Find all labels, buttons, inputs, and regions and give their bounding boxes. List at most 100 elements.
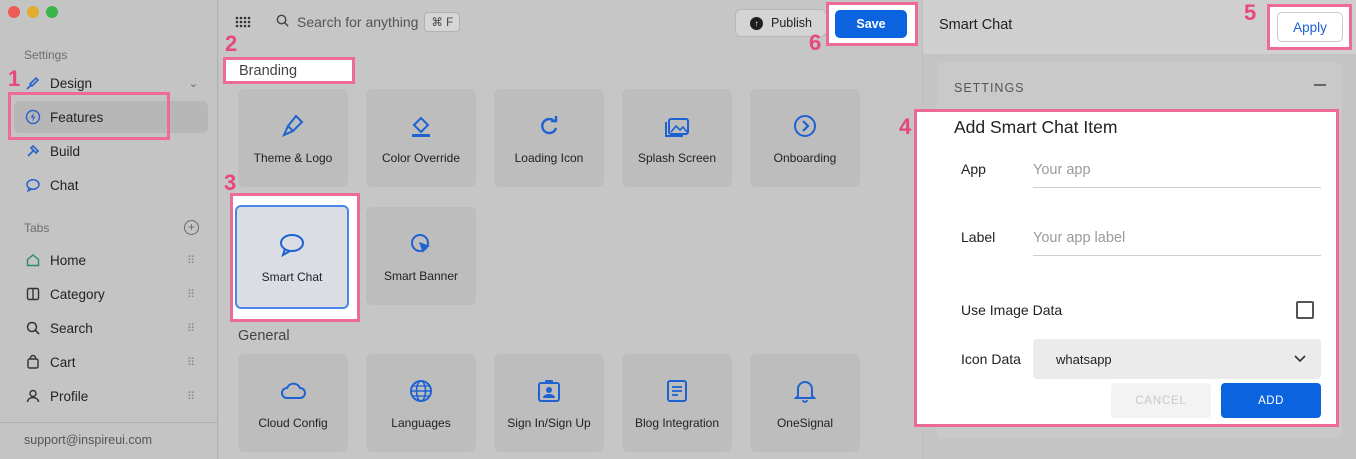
arrow-circle-icon <box>790 111 820 141</box>
drag-handle-icon[interactable]: ⠿ <box>187 356 195 369</box>
drag-handle-icon[interactable]: ⠿ <box>187 322 195 335</box>
tabs-section-label: Tabs <box>24 221 50 235</box>
tile-label: Smart Banner <box>383 269 459 283</box>
use-image-data-checkbox[interactable] <box>1296 301 1314 319</box>
label-input[interactable]: Your app label <box>1033 222 1321 256</box>
sidebar-item-label: Search <box>50 320 93 336</box>
chevron-down-icon <box>1293 351 1307 368</box>
close-window-button[interactable] <box>8 6 20 18</box>
tile-color-override[interactable]: Color Override <box>366 89 476 187</box>
id-card-icon <box>534 376 564 406</box>
home-icon <box>24 251 42 269</box>
annotation-number: 5 <box>1244 0 1257 25</box>
sidebar-item-label: Build <box>50 143 81 159</box>
divider <box>0 422 218 423</box>
image-stack-icon <box>662 111 692 141</box>
label-field-label: Label <box>961 229 996 245</box>
sidebar-item-label: Home <box>50 252 87 268</box>
upload-icon: ↑ <box>750 16 763 30</box>
chevron-down-icon: ⌄ <box>188 77 198 90</box>
drag-handle-icon[interactable]: ⠿ <box>187 254 195 267</box>
tile-label: Onboarding <box>773 151 837 165</box>
cart-icon <box>24 353 42 371</box>
drag-handle-icon[interactable]: ⠿ <box>187 288 195 301</box>
apps-grid-icon[interactable] <box>235 16 251 35</box>
app-input-placeholder: Your app <box>1033 162 1091 178</box>
add-tab-icon[interactable]: + <box>184 220 199 235</box>
search-bar[interactable]: Search for anything ⌘ F <box>275 12 461 32</box>
app-field-label: App <box>961 161 986 177</box>
tile-label: Languages <box>391 416 451 430</box>
minimize-window-button[interactable] <box>27 6 39 18</box>
paint-bucket-icon <box>406 111 436 141</box>
panel-header: Smart Chat Apply <box>923 0 1356 54</box>
form-title: Add Smart Chat Item <box>954 117 1118 137</box>
tile-label: Cloud Config <box>258 416 328 430</box>
tile-sign-in-sign-up[interactable]: Sign In/Sign Up <box>494 354 604 452</box>
sidebar-tab-profile[interactable]: Profile ⠿ <box>14 380 208 412</box>
label-input-placeholder: Your app label <box>1033 230 1126 246</box>
bell-icon <box>790 376 820 406</box>
tile-label: Smart Chat <box>261 270 323 284</box>
tile-theme-logo[interactable]: Theme & Logo <box>238 89 348 187</box>
tile-onesignal[interactable]: OneSignal <box>750 354 860 452</box>
search-placeholder: Search for anything <box>297 14 419 30</box>
annotation-number: 3 <box>224 170 237 195</box>
annotation-frame-apply: Apply <box>1267 4 1352 50</box>
tile-languages[interactable]: Languages <box>366 354 476 452</box>
paintbrush-icon <box>278 111 308 141</box>
sidebar-item-chat[interactable]: Chat <box>14 169 208 201</box>
annotation-number: 4 <box>899 114 912 139</box>
cancel-button[interactable]: CANCEL <box>1111 383 1211 418</box>
annotation-frame-save: Save <box>826 2 918 46</box>
tile-label: Loading Icon <box>514 151 584 165</box>
save-button[interactable]: Save <box>835 10 907 38</box>
sidebar-item-label: Category <box>50 286 105 302</box>
annotation-number: 6 <box>809 30 822 55</box>
annotation-number: 1 <box>8 66 21 91</box>
cloud-icon <box>278 376 308 406</box>
sidebar-item-label: Cart <box>50 354 76 370</box>
sidebar-item-label: Chat <box>50 177 79 193</box>
sidebar-item-label: Profile <box>50 388 89 404</box>
tile-cloud-config[interactable]: Cloud Config <box>238 354 348 452</box>
article-icon <box>662 376 692 406</box>
sidebar-tab-home[interactable]: Home ⠿ <box>14 244 208 276</box>
annotation-frame-branding: Branding <box>223 57 355 84</box>
main-content: Search for anything ⌘ F ↑ Publish Save B… <box>219 0 922 459</box>
sidebar-tab-cart[interactable]: Cart ⠿ <box>14 346 208 378</box>
tile-smart-chat[interactable]: Smart Chat <box>235 205 349 309</box>
sidebar-tab-search[interactable]: Search ⠿ <box>14 312 208 344</box>
apply-button[interactable]: Apply <box>1277 12 1343 42</box>
publish-label: Publish <box>771 16 812 30</box>
tile-splash-screen[interactable]: Splash Screen <box>622 89 732 187</box>
tile-loading-icon[interactable]: Loading Icon <box>494 89 604 187</box>
tile-onboarding[interactable]: Onboarding <box>750 89 860 187</box>
tile-label: Splash Screen <box>637 151 717 165</box>
tile-label: OneSignal <box>776 416 834 430</box>
annotation-number: 2 <box>225 31 238 56</box>
chat-icon <box>24 176 42 194</box>
drag-handle-icon[interactable]: ⠿ <box>187 390 195 403</box>
annotation-frame-features <box>8 92 170 140</box>
maximize-window-button[interactable] <box>46 6 58 18</box>
design-brush-icon <box>24 74 42 92</box>
general-section-label: General <box>238 328 290 344</box>
window-controls <box>8 6 58 18</box>
tile-blog-integration[interactable]: Blog Integration <box>622 354 732 452</box>
tile-label: Sign In/Sign Up <box>507 416 591 430</box>
branding-section-label: Branding <box>239 63 298 79</box>
use-image-data-label: Use Image Data <box>961 302 1063 318</box>
collapse-icon[interactable] <box>1314 84 1326 86</box>
support-email[interactable]: support@inspireui.com <box>24 433 152 447</box>
add-button[interactable]: ADD <box>1221 383 1321 418</box>
sidebar-item-label: Design <box>50 75 93 91</box>
tile-smart-banner[interactable]: Smart Banner <box>366 207 476 305</box>
search-icon <box>275 13 290 31</box>
app-input[interactable]: Your app <box>1033 154 1321 188</box>
sidebar-tab-category[interactable]: Category ⠿ <box>14 278 208 310</box>
tile-label: Theme & Logo <box>253 151 333 165</box>
sidebar: Settings Design ⌄ Features Build Chat Ta… <box>0 0 218 459</box>
icon-data-select[interactable]: whatsapp <box>1033 339 1321 379</box>
category-icon <box>24 285 42 303</box>
